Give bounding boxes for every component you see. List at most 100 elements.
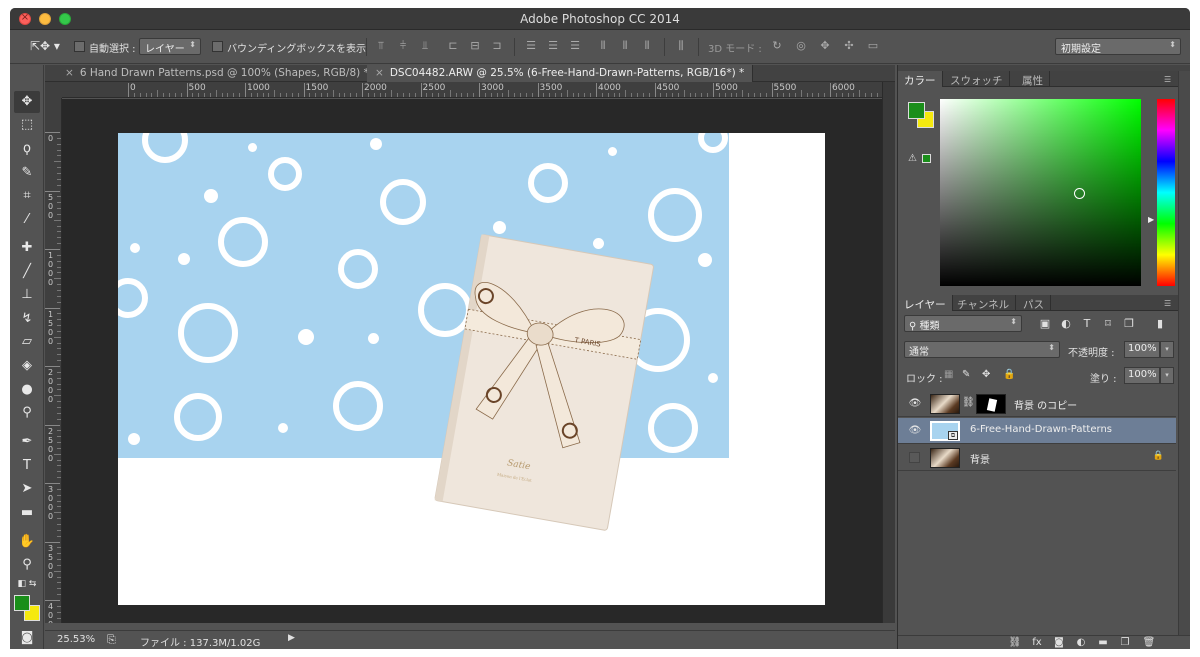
tab-color[interactable]: カラー: [898, 71, 943, 87]
paint-bucket-tool-icon[interactable]: ◈: [14, 355, 40, 377]
horizontal-ruler[interactable]: 0 500 1000 1500 2000 2500 3000 3500 4000 4500 5000…: [62, 82, 882, 98]
align-right-edges-icon[interactable]: ⊐: [490, 39, 504, 53]
layer-mask-thumbnail[interactable]: [976, 394, 1006, 414]
layer-style-fx-icon[interactable]: fx: [1030, 636, 1044, 649]
vertical-ruler[interactable]: 0 500 1000 1500 2000 2500 3000 3500 4000: [45, 98, 62, 623]
bounding-box-checkbox[interactable]: [212, 41, 223, 52]
3d-roll-icon[interactable]: ◎: [794, 39, 808, 53]
filter-smart-objects-icon[interactable]: ❐: [1122, 317, 1136, 331]
fill-input[interactable]: 100%: [1124, 367, 1160, 384]
3d-rotate-icon[interactable]: ↻: [770, 39, 784, 53]
layer-row-background[interactable]: 背景 🔒: [898, 445, 1176, 471]
workspace-select[interactable]: 初期設定 ⬍: [1055, 38, 1181, 55]
tab-paths[interactable]: パス: [1017, 295, 1051, 311]
layer-filter-select[interactable]: ⚲ 種類 ⬍: [904, 315, 1022, 332]
align-top-edges-icon[interactable]: ⫪: [374, 39, 388, 53]
align-vertical-centers-icon[interactable]: ⫩: [396, 39, 410, 53]
rectangle-tool-icon[interactable]: ▬: [14, 502, 40, 524]
filter-type-layers-icon[interactable]: T: [1080, 317, 1094, 331]
layer-row-patterns[interactable]: 👁 ⧉ 6-Free-Hand-Drawn-Patterns: [898, 418, 1176, 444]
pen-tool-icon[interactable]: ✒: [14, 431, 40, 453]
link-layers-icon[interactable]: ⛓: [1008, 636, 1022, 649]
lock-position-icon[interactable]: ✥: [982, 369, 990, 380]
distribute-left-icon[interactable]: ⫴: [596, 39, 610, 53]
quick-selection-tool-icon[interactable]: ✎: [14, 162, 40, 184]
path-selection-tool-icon[interactable]: ➤: [14, 478, 40, 500]
color-picker-ring[interactable]: [1074, 188, 1085, 199]
filter-toggle-icon[interactable]: ▮: [1153, 317, 1167, 331]
crop-tool-icon[interactable]: ⌗: [14, 185, 40, 207]
dodge-tool-icon[interactable]: ⚲: [14, 402, 40, 424]
share-icon[interactable]: ⎘: [107, 633, 116, 647]
filter-pixel-layers-icon[interactable]: ▣: [1038, 317, 1052, 331]
type-tool-icon[interactable]: T: [14, 455, 40, 477]
blend-mode-select[interactable]: 通常 ⬍: [904, 341, 1060, 358]
distribute-bottom-icon[interactable]: ☰: [568, 39, 582, 53]
lasso-tool-icon[interactable]: ϙ: [14, 138, 40, 160]
clone-stamp-tool-icon[interactable]: ⊥: [14, 284, 40, 306]
move-tool-icon[interactable]: ✥: [14, 91, 40, 113]
tab-hand-drawn-patterns[interactable]: × 6 Hand Drawn Patterns.psd @ 100% (Shape…: [57, 65, 378, 82]
distribute-vcenter-icon[interactable]: ☰: [546, 39, 560, 53]
tab-layers[interactable]: レイヤー: [898, 295, 953, 311]
lock-all-icon[interactable]: 🔒: [1003, 369, 1015, 380]
color-panel-menu-icon[interactable]: ☰: [1164, 75, 1171, 84]
new-layer-icon[interactable]: ❐: [1118, 636, 1132, 649]
lock-image-pixels-icon[interactable]: ✎: [962, 369, 970, 380]
distribute-right-icon[interactable]: ⫴: [640, 39, 654, 53]
swap-colors-icon[interactable]: ◧ ⇆: [14, 573, 40, 595]
zoom-level[interactable]: 25.53%: [57, 634, 95, 645]
panel-scrollbar[interactable]: [1178, 71, 1190, 635]
color-field[interactable]: [940, 99, 1141, 286]
layers-panel-menu-icon[interactable]: ☰: [1164, 299, 1171, 308]
status-menu-arrow-icon[interactable]: ▶: [288, 633, 295, 643]
quick-mask-icon[interactable]: ◙: [14, 627, 40, 649]
eye-icon[interactable]: 👁: [908, 397, 922, 411]
layer-row-background-copy[interactable]: 👁 ⛓ 背景 のコピー: [898, 391, 1176, 417]
filter-shape-layers-icon[interactable]: ⌑: [1101, 317, 1115, 331]
tab-channels[interactable]: チャンネル: [951, 295, 1017, 311]
document-canvas[interactable]: T PARIS Satie Maison de l'Eclat: [118, 133, 825, 605]
auto-select-checkbox[interactable]: [74, 41, 85, 52]
healing-brush-tool-icon[interactable]: ✚: [14, 237, 40, 259]
opacity-dropdown-icon[interactable]: ▾: [1160, 341, 1174, 358]
tab-dsc04482[interactable]: × DSC04482.ARW @ 25.5% (6-Free-Hand-Drawn…: [367, 65, 754, 82]
adjustment-layer-icon[interactable]: ◐: [1074, 636, 1088, 649]
hue-slider[interactable]: [1157, 99, 1175, 286]
marquee-tool-icon[interactable]: ⬚: [14, 114, 40, 136]
ruler-origin[interactable]: [45, 82, 62, 98]
3d-slide-icon[interactable]: ✣: [842, 39, 856, 53]
color-panel-foreground-swatch[interactable]: [908, 102, 925, 119]
eyedropper-tool-icon[interactable]: ⁄: [14, 209, 40, 231]
add-mask-icon[interactable]: ◙: [1052, 636, 1066, 649]
distribute-hcenter-icon[interactable]: ⫴: [618, 39, 632, 53]
blur-tool-icon[interactable]: ●: [14, 379, 40, 401]
fill-dropdown-icon[interactable]: ▾: [1160, 367, 1174, 384]
3d-pan-icon[interactable]: ✥: [818, 39, 832, 53]
canvas-pasteboard[interactable]: T PARIS Satie Maison de l'Eclat: [62, 99, 882, 623]
foreground-color-swatch[interactable]: [14, 595, 30, 611]
opacity-input[interactable]: 100%: [1124, 341, 1160, 358]
delete-layer-icon[interactable]: 🗑: [1142, 636, 1156, 649]
tab-swatches[interactable]: スウォッチ: [944, 71, 1010, 87]
canvas-vertical-scrollbar[interactable]: [882, 82, 895, 623]
new-group-icon[interactable]: ▬: [1096, 636, 1110, 649]
out-of-gamut-warning-icon[interactable]: ⚠: [908, 153, 917, 164]
move-tool-preset-icon[interactable]: ⇱✥ ▾: [30, 39, 60, 55]
align-bottom-edges-icon[interactable]: ⫫: [418, 39, 432, 53]
3d-scale-icon[interactable]: ▭: [866, 39, 880, 53]
filter-adjustment-layers-icon[interactable]: ◐: [1059, 317, 1073, 331]
eye-icon[interactable]: 👁: [908, 424, 922, 438]
visibility-toggle[interactable]: [909, 452, 920, 463]
hand-tool-icon[interactable]: ✋: [14, 531, 40, 553]
hue-slider-arrow-icon[interactable]: ▶: [1148, 215, 1154, 224]
align-horizontal-centers-icon[interactable]: ⊟: [468, 39, 482, 53]
auto-align-layers-icon[interactable]: ⫼: [674, 39, 688, 53]
history-brush-tool-icon[interactable]: ↯: [14, 308, 40, 330]
close-tab-icon[interactable]: ×: [375, 67, 384, 79]
close-tab-icon[interactable]: ×: [65, 67, 74, 79]
tab-properties[interactable]: 属性: [1016, 71, 1050, 87]
brush-tool-icon[interactable]: ╱: [14, 261, 40, 283]
distribute-top-icon[interactable]: ☰: [524, 39, 538, 53]
eraser-tool-icon[interactable]: ▱: [14, 331, 40, 353]
